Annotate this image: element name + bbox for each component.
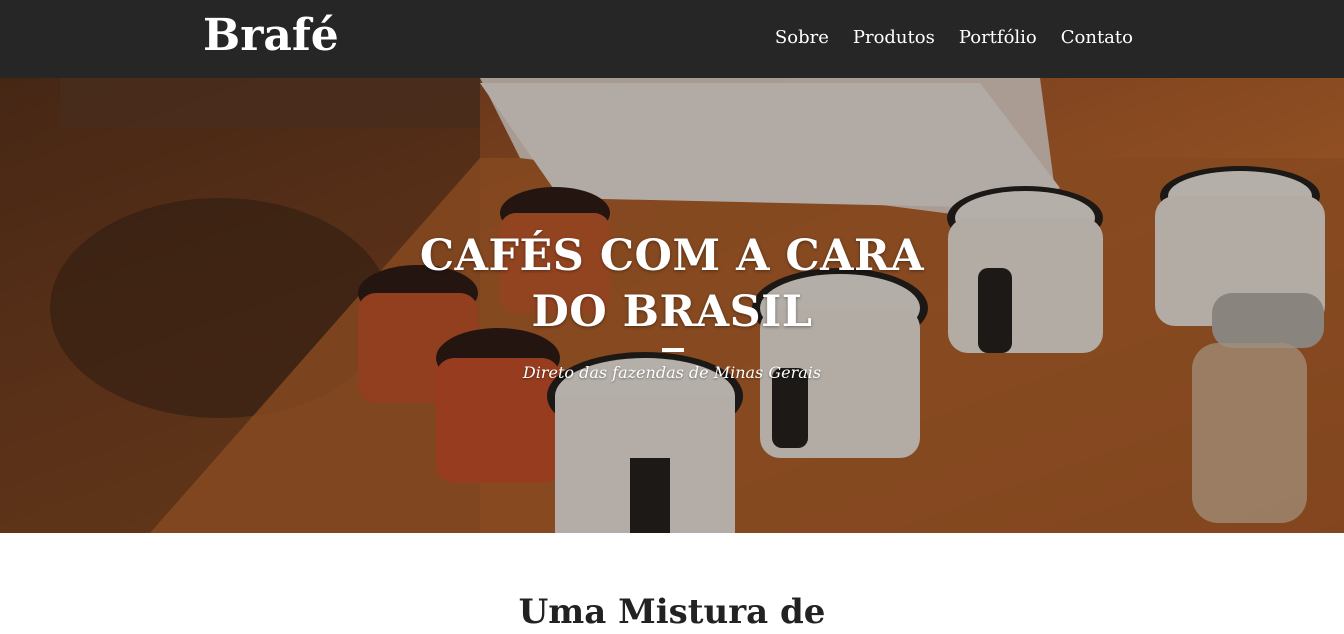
hero-subtitle: Direto das fazendas de Minas Gerais — [522, 363, 822, 382]
brand-logo[interactable]: Brafé — [203, 10, 339, 62]
nav-link-portfolio[interactable]: Portfólio — [959, 24, 1037, 52]
hero-title-line-1: CAFÉS COM A CARA — [419, 231, 925, 281]
hero-banner: CAFÉS COM A CARA DO BRASIL Direto das fa… — [0, 78, 1344, 533]
hero-divider — [662, 348, 684, 352]
main-nav: Sobre Produtos Portfólio Contato — [775, 24, 1133, 52]
hero-title-line-2: DO BRASIL — [531, 287, 813, 337]
section-heading: Uma Mistura de — [518, 592, 826, 632]
site-header: Brafé Sobre Produtos Portfólio Contato — [0, 0, 1344, 78]
nav-link-sobre[interactable]: Sobre — [775, 24, 829, 52]
nav-link-contato[interactable]: Contato — [1061, 24, 1133, 52]
hero-title: CAFÉS COM A CARA DO BRASIL — [372, 228, 972, 340]
nav-link-produtos[interactable]: Produtos — [853, 24, 935, 52]
